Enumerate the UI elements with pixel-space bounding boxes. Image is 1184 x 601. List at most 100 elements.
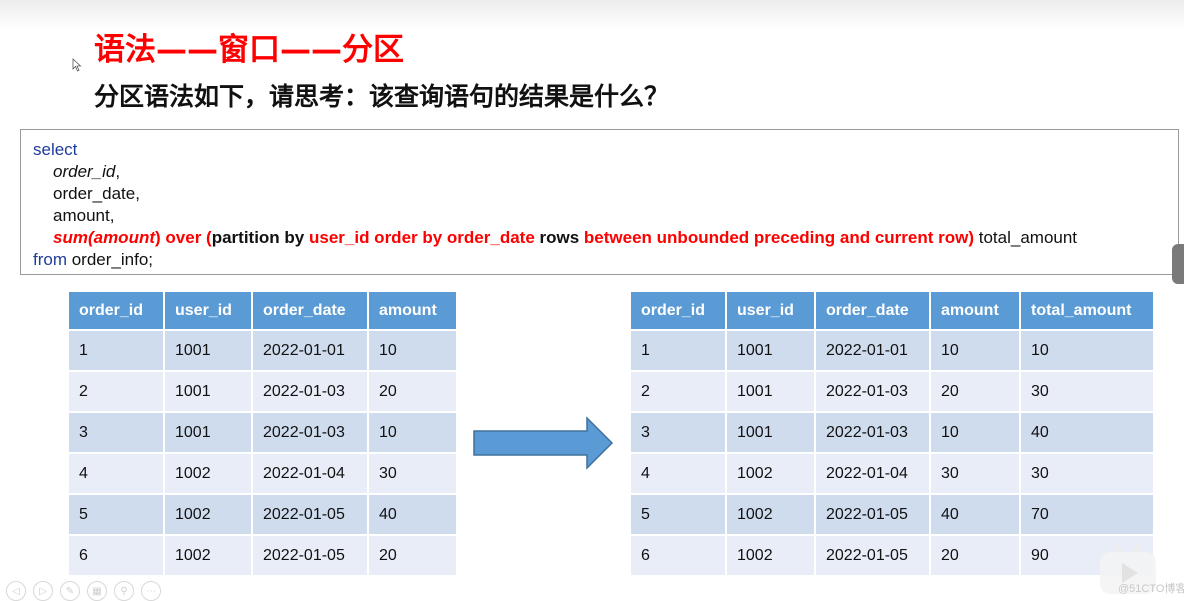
cell: 1001 <box>165 413 251 452</box>
right-arrow-icon <box>473 416 614 470</box>
cell: 2022-01-04 <box>816 454 929 493</box>
keyword-rows: rows <box>534 228 584 247</box>
cell: 2022-01-05 <box>816 536 929 575</box>
table-row: 1 1001 2022-01-01 10 <box>69 331 456 370</box>
table-row: 6 1002 2022-01-05 20 90 <box>631 536 1153 575</box>
cell: 2022-01-04 <box>253 454 367 493</box>
cell: 70 <box>1021 495 1153 534</box>
more-icon: ⋯ <box>146 585 156 597</box>
header-total-amount: total_amount <box>1021 292 1153 329</box>
arrow-right-icon: ▷ <box>39 585 47 597</box>
next-slide-button[interactable]: ▷ <box>33 581 53 601</box>
header-order-id: order_id <box>69 292 163 329</box>
keyword-over: over ( <box>160 228 212 247</box>
cell: 4 <box>631 454 725 493</box>
code-line-from: from order_info; <box>33 249 1178 271</box>
cell: 2022-01-03 <box>816 372 929 411</box>
table-header-row: order_id user_id order_date amount total… <box>631 292 1153 329</box>
cell: 1002 <box>165 536 251 575</box>
header-order-date: order_date <box>816 292 929 329</box>
cell: 1002 <box>165 495 251 534</box>
table-row: 2 1001 2022-01-03 20 <box>69 372 456 411</box>
cell: 1001 <box>727 372 814 411</box>
previous-slide-button[interactable]: ◁ <box>6 581 26 601</box>
source-table: order_id user_id order_date amount 1 100… <box>67 290 458 577</box>
cell: 20 <box>369 372 456 411</box>
cell: 2022-01-03 <box>816 413 929 452</box>
table-row: 5 1002 2022-01-05 40 70 <box>631 495 1153 534</box>
mouse-cursor-icon <box>72 58 82 72</box>
side-panel-toggle[interactable] <box>1172 244 1184 284</box>
keyword-select: select <box>33 140 78 159</box>
comma: , <box>115 162 121 181</box>
cell: 4 <box>69 454 163 493</box>
cell: 10 <box>369 331 456 370</box>
code-line-order-id: order_id, <box>33 161 1178 183</box>
cell: 2 <box>69 372 163 411</box>
grid-icon: ▦ <box>92 585 102 597</box>
slides-overview-button[interactable]: ▦ <box>87 581 107 601</box>
keyword-from: from <box>33 250 67 269</box>
cell: 1002 <box>727 495 814 534</box>
cell: 1001 <box>727 331 814 370</box>
cell: 3 <box>69 413 163 452</box>
cell: 2022-01-01 <box>816 331 929 370</box>
cell: 6 <box>631 536 725 575</box>
cell: 30 <box>931 454 1019 493</box>
cell: 10 <box>1021 331 1153 370</box>
cell: 30 <box>369 454 456 493</box>
table-row: 4 1002 2022-01-04 30 30 <box>631 454 1153 493</box>
watermark-text: @51CTO博客 <box>1118 583 1184 595</box>
partition-order-clause: user_id order by order_date <box>308 228 535 247</box>
header-amount: amount <box>369 292 456 329</box>
cell: 5 <box>69 495 163 534</box>
frame-clause: between unbounded preceding and current … <box>583 228 975 247</box>
slide-subtitle: 分区语法如下，请思考：该查询语句的结果是什么？ <box>94 82 670 111</box>
table-row: 1 1001 2022-01-01 10 10 <box>631 331 1153 370</box>
cell: 10 <box>931 331 1019 370</box>
cell: 6 <box>69 536 163 575</box>
arrow-left-icon: ◁ <box>12 585 20 597</box>
table-row: 6 1002 2022-01-05 20 <box>69 536 456 575</box>
result-table: order_id user_id order_date amount total… <box>629 290 1155 577</box>
zoom-button[interactable]: ⚲ <box>114 581 134 601</box>
header-user-id: user_id <box>165 292 251 329</box>
cell: 1001 <box>165 372 251 411</box>
code-line-amount: amount, <box>53 206 115 225</box>
pen-button[interactable]: ✎ <box>60 581 80 601</box>
cell: 2022-01-05 <box>253 495 367 534</box>
code-line-order-date: order_date, <box>53 184 140 203</box>
cell: 1002 <box>165 454 251 493</box>
header-order-id: order_id <box>631 292 725 329</box>
slideshow-controls: ◁ ▷ ✎ ▦ ⚲ ⋯ <box>6 581 161 601</box>
cell: 20 <box>931 372 1019 411</box>
cell: 20 <box>369 536 456 575</box>
cell: 10 <box>931 413 1019 452</box>
cell: 2022-01-05 <box>816 495 929 534</box>
sum-function: sum(amount <box>53 228 155 247</box>
cell: 1001 <box>727 413 814 452</box>
cell: 2022-01-03 <box>253 372 367 411</box>
pen-icon: ✎ <box>65 585 75 597</box>
slide-title: 语法——窗口——分区 <box>94 32 404 68</box>
more-button[interactable]: ⋯ <box>141 581 161 601</box>
cell: 20 <box>931 536 1019 575</box>
keyword-partition-by: partition by <box>211 228 309 247</box>
table-row: 3 1001 2022-01-03 10 <box>69 413 456 452</box>
sql-code-box: select order_id, order_date, amount, sum… <box>20 129 1179 275</box>
table-order-info: order_info; <box>67 250 153 269</box>
cell: 5 <box>631 495 725 534</box>
table-row: 2 1001 2022-01-03 20 30 <box>631 372 1153 411</box>
alias-total-amount: total_amount <box>974 228 1078 247</box>
cell: 2022-01-01 <box>253 331 367 370</box>
cell: 40 <box>369 495 456 534</box>
header-order-date: order_date <box>253 292 367 329</box>
cell: 40 <box>931 495 1019 534</box>
table-row: 5 1002 2022-01-05 40 <box>69 495 456 534</box>
table-row: 4 1002 2022-01-04 30 <box>69 454 456 493</box>
cell: 1 <box>69 331 163 370</box>
cell: 2 <box>631 372 725 411</box>
header-user-id: user_id <box>727 292 814 329</box>
cell: 3 <box>631 413 725 452</box>
table-row: 3 1001 2022-01-03 10 40 <box>631 413 1153 452</box>
